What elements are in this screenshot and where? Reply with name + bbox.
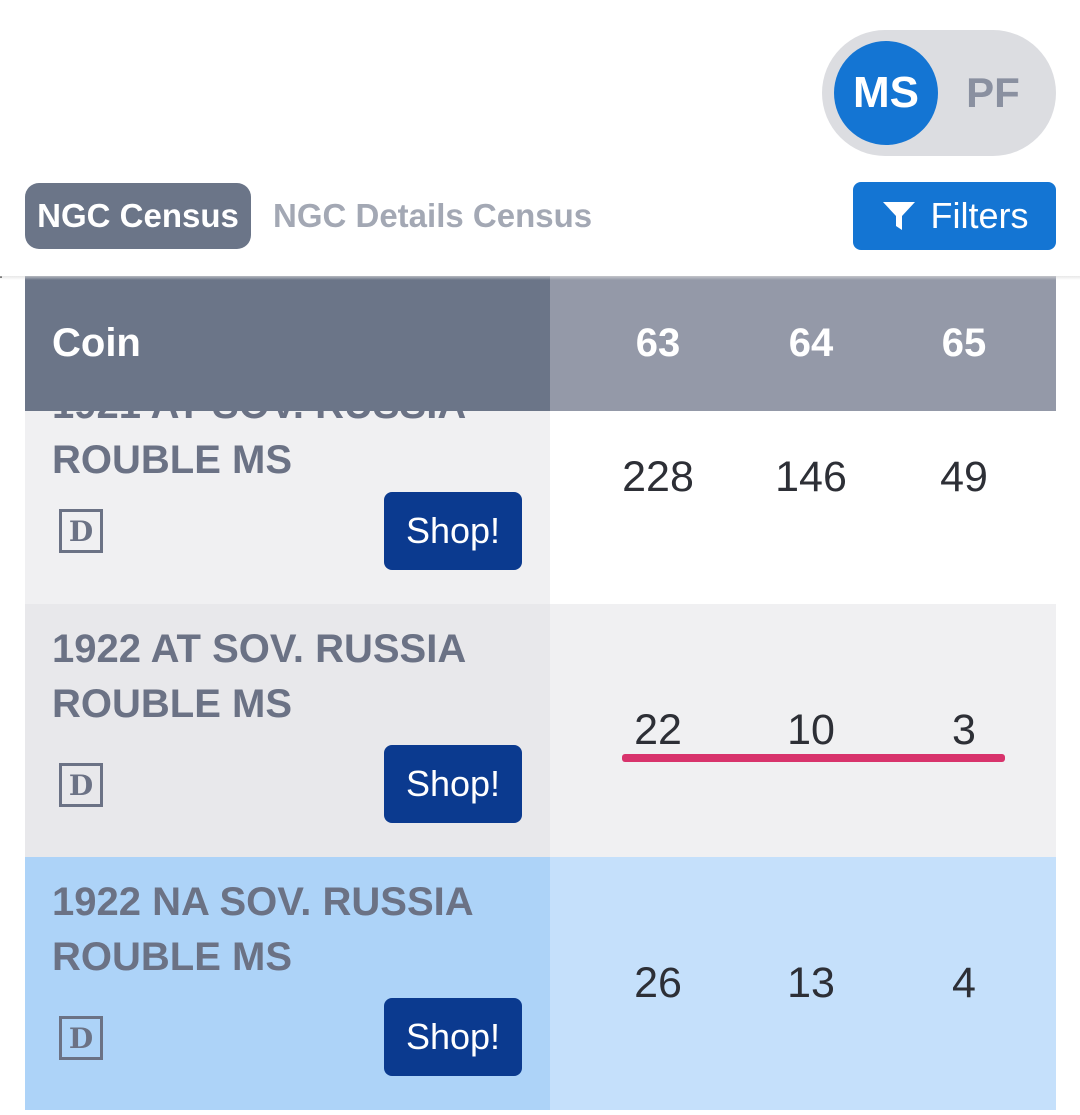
toggle-option-ms[interactable]: MS: [834, 41, 938, 145]
grade-64-count[interactable]: 13: [751, 959, 871, 1008]
table-row[interactable]: 1921 AT SOV. RUSSIA ROUBLE MS D Shop! 22…: [25, 411, 1056, 604]
filters-button[interactable]: Filters: [853, 182, 1056, 250]
annotation-underline: [622, 754, 1005, 762]
coin-name-line2: ROUBLE MS: [52, 438, 292, 482]
grade-65-count[interactable]: 4: [904, 959, 1024, 1008]
coin-cell: 1922 NA SOV. RUSSIA ROUBLE MS D Shop!: [25, 857, 550, 1110]
grade-63-count[interactable]: 228: [598, 453, 718, 502]
coin-cell: 1922 AT SOV. RUSSIA ROUBLE MS D Shop!: [25, 604, 550, 857]
coin-name[interactable]: 1922 AT SOV. RUSSIA ROUBLE MS: [52, 622, 522, 732]
table-row[interactable]: 1922 AT SOV. RUSSIA ROUBLE MS D Shop! 22…: [25, 604, 1056, 857]
grade-63-count[interactable]: 22: [598, 706, 718, 755]
grade-64-count[interactable]: 146: [751, 453, 871, 502]
tab-ngc-details-census[interactable]: NGC Details Census: [273, 183, 592, 249]
shop-button[interactable]: Shop!: [384, 492, 522, 570]
grade-65-count[interactable]: 49: [904, 453, 1024, 502]
values-cell: 22 10 3: [550, 604, 1056, 857]
details-d-icon[interactable]: D: [59, 763, 103, 807]
grade-header-65[interactable]: 65: [904, 276, 1024, 411]
coin-cell: 1921 AT SOV. RUSSIA ROUBLE MS D Shop!: [25, 411, 550, 604]
tab-ngc-census[interactable]: NGC Census: [25, 183, 251, 249]
grade-64-count[interactable]: 10: [751, 706, 871, 755]
details-d-icon[interactable]: D: [59, 509, 103, 553]
grade-header-63[interactable]: 63: [598, 276, 718, 411]
grade-header-group: 63 64 65: [550, 276, 1056, 411]
coin-name-line1: 1922 NA SOV. RUSSIA: [52, 880, 474, 924]
grade-65-count[interactable]: 3: [904, 706, 1024, 755]
coin-name-line2: ROUBLE MS: [52, 682, 292, 726]
census-page: Coin 63 64 65 1921 AT SOV. RUSSIA ROUBLE…: [0, 0, 1080, 1115]
coin-column-header[interactable]: Coin: [25, 276, 550, 411]
details-d-icon[interactable]: D: [59, 1016, 103, 1060]
census-table: Coin 63 64 65 1921 AT SOV. RUSSIA ROUBLE…: [25, 276, 1056, 1110]
coin-name-line1: 1921 AT SOV. RUSSIA: [52, 411, 522, 433]
ms-pf-toggle[interactable]: MS PF: [822, 30, 1056, 156]
table-header: Coin 63 64 65: [25, 276, 1056, 411]
values-cell: 26 13 4: [550, 857, 1056, 1110]
shop-button[interactable]: Shop!: [384, 745, 522, 823]
coin-name[interactable]: 1921 AT SOV. RUSSIA ROUBLE MS: [52, 411, 522, 488]
coin-name-line2: ROUBLE MS: [52, 935, 292, 979]
grade-63-count[interactable]: 26: [598, 959, 718, 1008]
filter-icon: [882, 202, 915, 230]
grade-header-64[interactable]: 64: [751, 276, 871, 411]
coin-name[interactable]: 1922 NA SOV. RUSSIA ROUBLE MS: [52, 875, 522, 985]
coin-name-line1: 1922 AT SOV. RUSSIA: [52, 627, 467, 671]
toggle-option-pf[interactable]: PF: [958, 41, 1028, 145]
values-cell: 228 146 49: [550, 411, 1056, 604]
shop-button[interactable]: Shop!: [384, 998, 522, 1076]
table-row-highlighted[interactable]: 1922 NA SOV. RUSSIA ROUBLE MS D Shop! 26…: [25, 857, 1056, 1110]
filters-label: Filters: [930, 195, 1029, 236]
census-header: MS PF NGC Census NGC Details Census Filt…: [0, 0, 1080, 276]
